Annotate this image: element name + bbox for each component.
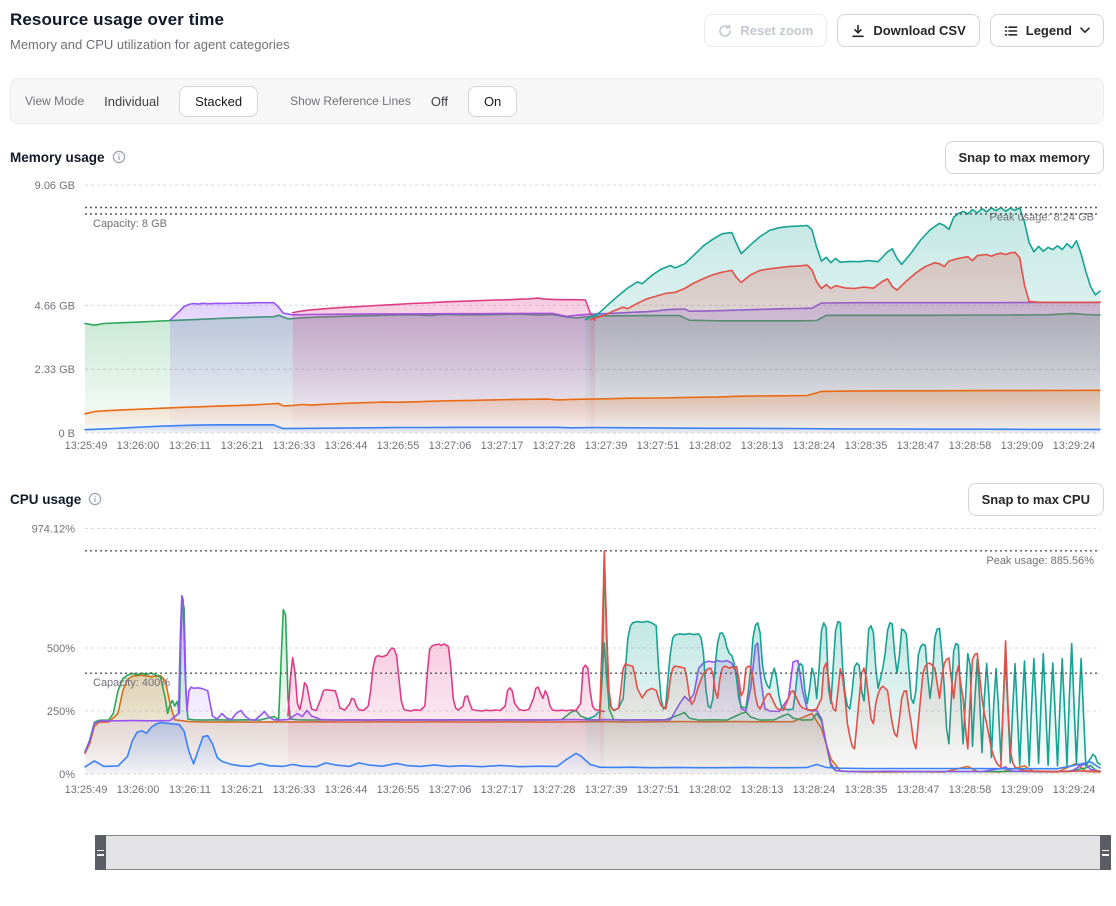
svg-text:4.66 GB: 4.66 GB [35,300,75,312]
svg-text:13:28:35: 13:28:35 [845,784,888,796]
page-subtitle: Memory and CPU utilization for agent cat… [10,37,290,52]
refresh-icon [718,24,732,38]
svg-text:13:27:06: 13:27:06 [429,784,472,796]
svg-text:0%: 0% [59,769,75,781]
snap-to-max-cpu-button[interactable]: Snap to max CPU [968,483,1104,516]
svg-text:13:27:28: 13:27:28 [533,784,576,796]
svg-text:13:28:58: 13:28:58 [949,784,992,796]
view-mode-stacked-button[interactable]: Stacked [179,86,258,117]
svg-text:13:27:51: 13:27:51 [637,440,680,452]
reference-lines-on-button[interactable]: On [468,86,517,117]
svg-text:250%: 250% [47,706,75,718]
svg-text:500%: 500% [47,643,75,655]
reset-zoom-label: Reset zoom [740,23,813,38]
svg-text:13:26:55: 13:26:55 [377,784,420,796]
svg-text:13:27:17: 13:27:17 [481,440,524,452]
svg-text:13:27:39: 13:27:39 [585,784,628,796]
info-icon[interactable] [112,150,126,164]
svg-text:13:29:09: 13:29:09 [1001,440,1044,452]
svg-text:13:29:24: 13:29:24 [1053,440,1096,452]
show-reference-lines-label: Show Reference Lines [290,94,411,108]
svg-text:13:26:11: 13:26:11 [169,440,211,452]
svg-text:13:26:33: 13:26:33 [273,440,316,452]
time-range-brush-wrap [95,835,1111,870]
grip-icon [1102,850,1109,856]
svg-text:13:28:47: 13:28:47 [897,784,940,796]
svg-text:13:26:21: 13:26:21 [221,784,264,796]
dashboard: Resource usage over time Memory and CPU … [0,0,1116,870]
svg-text:13:28:02: 13:28:02 [689,440,732,452]
legend-button[interactable]: Legend [990,14,1104,47]
svg-text:13:26:21: 13:26:21 [221,440,264,452]
svg-text:13:25:49: 13:25:49 [65,784,108,796]
svg-text:9.06 GB: 9.06 GB [35,180,75,192]
svg-text:13:27:51: 13:27:51 [637,784,680,796]
download-csv-button[interactable]: Download CSV [837,14,979,47]
info-icon[interactable] [88,492,102,506]
svg-text:13:28:02: 13:28:02 [689,784,732,796]
cpu-chart-title: CPU usage [10,492,81,507]
svg-text:Capacity: 400%: Capacity: 400% [93,677,170,689]
cpu-section-header: CPU usage Snap to max CPU [10,482,1104,516]
svg-text:13:26:00: 13:26:00 [117,440,160,452]
svg-text:13:28:47: 13:28:47 [897,440,940,452]
title-block: Resource usage over time Memory and CPU … [10,10,290,52]
svg-text:13:26:11: 13:26:11 [169,784,211,796]
svg-text:13:26:33: 13:26:33 [273,784,316,796]
svg-text:13:26:44: 13:26:44 [325,784,368,796]
svg-text:13:28:24: 13:28:24 [793,440,836,452]
svg-text:13:27:17: 13:27:17 [481,784,524,796]
view-mode-individual-button[interactable]: Individual [98,88,165,115]
view-controls-bar: View Mode Individual Stacked Show Refere… [10,78,1104,124]
brush-handle-left[interactable] [95,835,106,870]
svg-text:13:27:28: 13:27:28 [533,440,576,452]
svg-text:13:28:35: 13:28:35 [845,440,888,452]
time-range-brush-track[interactable] [95,835,1111,870]
svg-text:974.12%: 974.12% [32,524,76,536]
view-mode-label: View Mode [25,94,84,108]
svg-text:13:26:44: 13:26:44 [325,440,368,452]
cpu-chart-canvas[interactable]: 974.12% 500% 250% 0% Peak usage: 885.56% Capa… [10,520,1106,802]
download-csv-label: Download CSV [873,23,965,38]
svg-text:13:28:13: 13:28:13 [741,784,784,796]
svg-text:2.33 GB: 2.33 GB [35,364,75,376]
svg-text:13:27:39: 13:27:39 [585,440,628,452]
chevron-down-icon [1080,27,1090,34]
svg-text:13:26:00: 13:26:00 [117,784,160,796]
memory-chart-title: Memory usage [10,150,105,165]
grip-icon [97,850,104,856]
download-icon [851,24,865,38]
reference-lines-off-button[interactable]: Off [425,88,454,115]
page-title: Resource usage over time [10,10,290,30]
svg-text:13:29:09: 13:29:09 [1001,784,1044,796]
svg-text:13:25:49: 13:25:49 [65,440,108,452]
toolbar: Reset zoom Download CSV Legend [704,14,1104,47]
svg-text:13:26:55: 13:26:55 [377,440,420,452]
svg-text:13:27:06: 13:27:06 [429,440,472,452]
svg-text:0 B: 0 B [58,428,75,440]
legend-label: Legend [1026,23,1072,38]
memory-section-title-row: Memory usage [10,150,126,165]
svg-text:13:28:24: 13:28:24 [793,784,836,796]
memory-chart-canvas[interactable]: 9.06 GB4.66 GB2.33 GB0 BPeak usage: 8.24… [10,178,1106,456]
cpu-section-title-row: CPU usage [10,492,102,507]
reset-zoom-button[interactable]: Reset zoom [704,14,827,47]
svg-text:13:29:24: 13:29:24 [1053,784,1096,796]
svg-text:Peak usage: 885.56%: Peak usage: 885.56% [986,555,1094,567]
svg-text:Capacity: 8 GB: Capacity: 8 GB [93,218,167,230]
brush-handle-right[interactable] [1100,835,1111,870]
memory-section-header: Memory usage Snap to max memory [10,140,1104,174]
list-icon [1004,24,1018,38]
header: Resource usage over time Memory and CPU … [10,10,1104,52]
svg-text:13:28:13: 13:28:13 [741,440,784,452]
snap-to-max-memory-button[interactable]: Snap to max memory [945,141,1105,174]
svg-text:13:28:58: 13:28:58 [949,440,992,452]
